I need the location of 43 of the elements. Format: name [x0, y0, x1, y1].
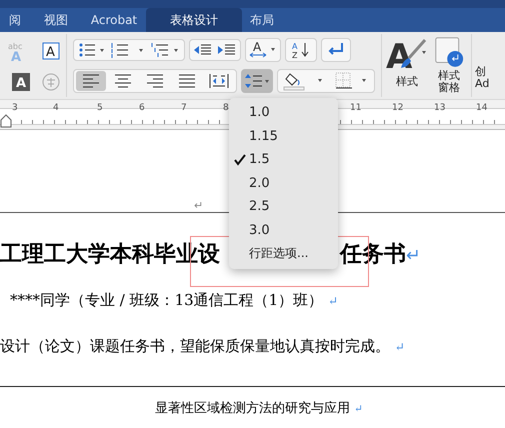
ruler-number: 11	[350, 103, 362, 113]
document-text: ****同学（专业 / 班级：13通信工程（1）班）	[10, 291, 324, 309]
menu-item[interactable]: 行距选项...	[229, 242, 338, 266]
menu-item[interactable]: 1.0	[229, 101, 338, 124]
ruler-number: 14	[476, 103, 488, 113]
menu-item[interactable]: 2.0	[229, 172, 338, 195]
footer-text: 显著性区域检测方法的研究与应用	[155, 401, 350, 416]
ruler-number: 7	[181, 103, 187, 113]
ruler-number: 4	[53, 103, 59, 113]
paragraph-mark: ↵	[328, 294, 338, 308]
paragraph-mark: ↵	[194, 199, 204, 212]
paragraph-mark: ↵	[406, 246, 421, 266]
menu-item[interactable]: 2.5	[229, 195, 338, 218]
ruler-number: 3	[12, 103, 18, 113]
align-icon	[177, 74, 197, 88]
ruler-number: 8	[223, 103, 229, 113]
align-icon	[81, 74, 101, 88]
align-button[interactable]	[76, 71, 106, 92]
document-text: 设计（论文）课题任务书，望能保质保量地认真按时完成。	[0, 337, 390, 355]
align-icon	[145, 74, 165, 88]
ruler-number: 6	[139, 103, 145, 113]
align-icon	[113, 74, 133, 88]
menu-item[interactable]: 3.0	[229, 218, 338, 242]
create-label[interactable]: Ad	[475, 78, 490, 91]
ruler-number: 12	[392, 103, 404, 113]
ribbon-tab[interactable]: Acrobat	[82, 8, 146, 32]
create-label[interactable]: 创	[475, 66, 490, 78]
ruler-number: 5	[97, 103, 103, 113]
paragraph-mark: ↵	[354, 403, 363, 415]
menu-item[interactable]: 1.5	[229, 148, 338, 172]
ribbon-tab[interactable]: 布局	[242, 8, 282, 32]
menu-item[interactable]: 1.15	[229, 124, 338, 148]
paragraph-mark: ↵	[394, 340, 405, 354]
ruler-number: 13	[434, 103, 446, 113]
ribbon-tab[interactable]: 表格设计	[146, 8, 242, 32]
align-icon	[209, 74, 229, 88]
line-spacing-button[interactable]	[241, 69, 273, 94]
highlight-icon[interactable]: A	[12, 73, 30, 92]
line-spacing-icon	[244, 73, 270, 90]
ribbon-tab[interactable]: 视图	[30, 8, 82, 32]
styles-pane-button[interactable]: 样式窗格	[430, 32, 468, 99]
ribbon-tab[interactable]: 阅	[0, 8, 30, 32]
text-box-icon[interactable]: A	[42, 42, 60, 60]
